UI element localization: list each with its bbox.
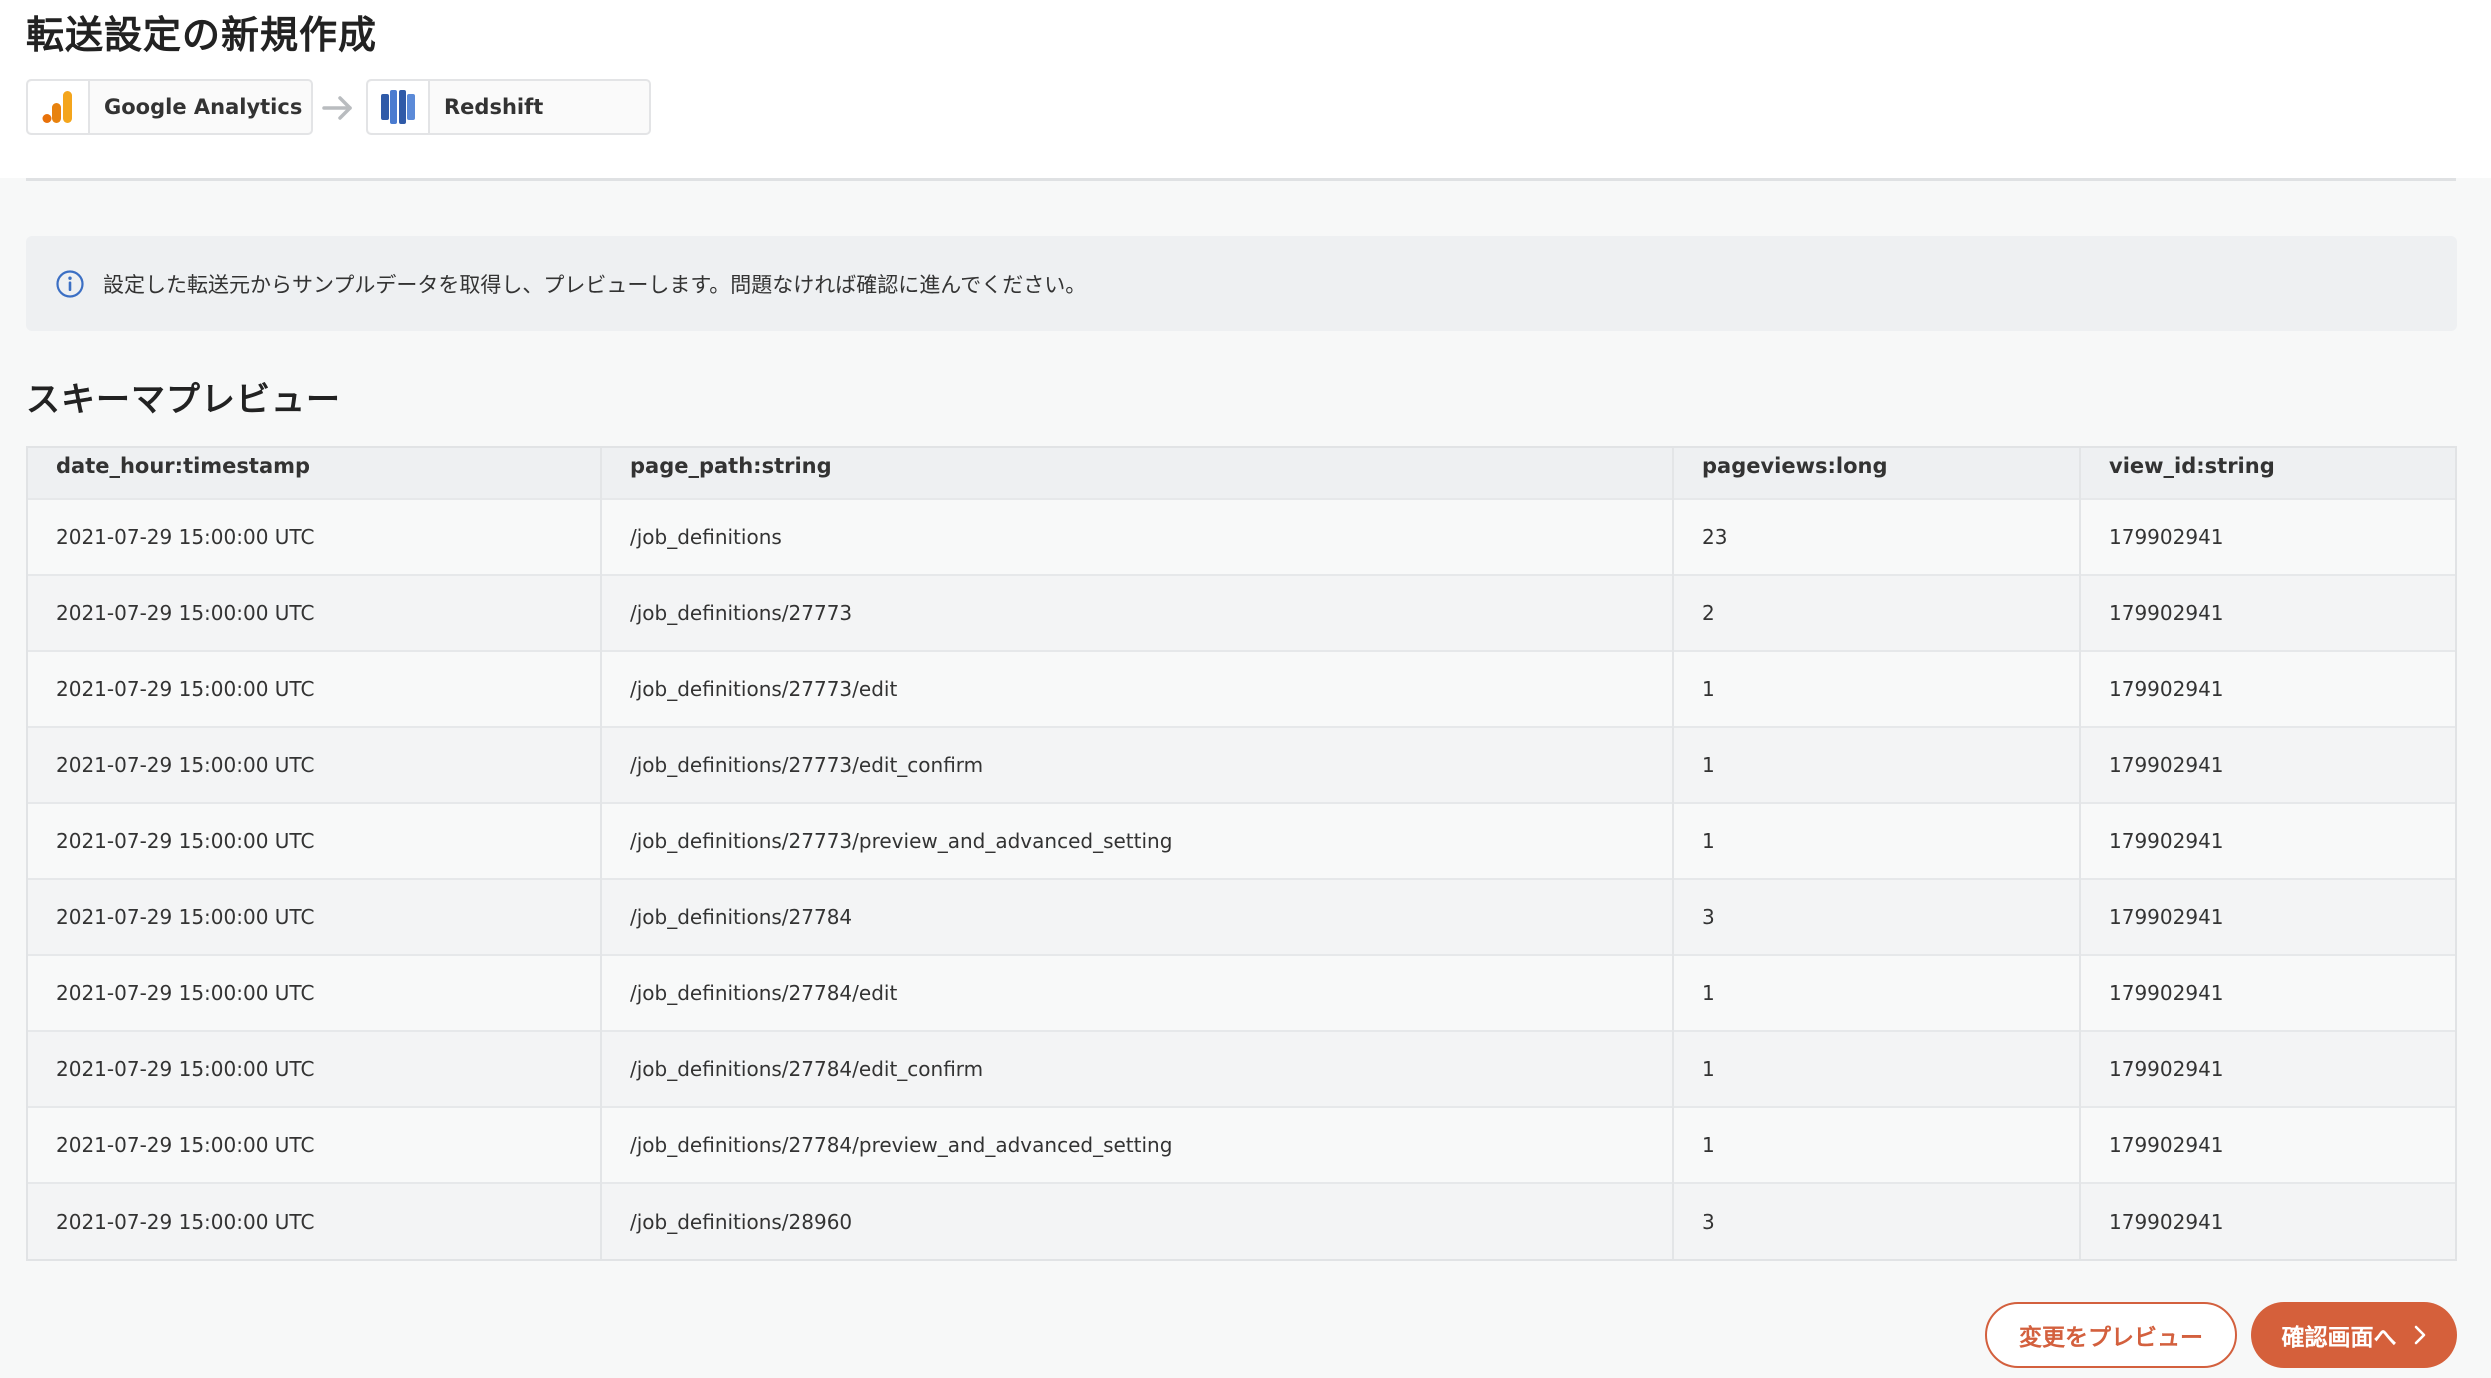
source-label: Google Analytics xyxy=(104,95,303,119)
table-cell: 2021-07-29 15:00:00 UTC xyxy=(28,1107,602,1183)
table-row: 2021-07-29 15:00:00 UTC /job_definitions… xyxy=(28,727,2455,803)
table-cell: 179902941 xyxy=(2109,525,2224,549)
source-connector: Google Analytics xyxy=(26,79,313,135)
redshift-icon xyxy=(368,81,430,133)
go-to-confirm-label: 確認画面へ xyxy=(2281,1325,2397,1351)
table-cell: 179902941 xyxy=(2109,1209,2224,1234)
table-cell: /job_definitions xyxy=(601,499,1674,575)
google-analytics-icon xyxy=(28,81,90,133)
table-cell: 179902941 xyxy=(2109,981,2224,1005)
table-cell: /job_definitions/28960 xyxy=(601,1183,1674,1259)
table-row: 2021-07-29 15:00:00 UTC /job_definitions… xyxy=(28,1107,2455,1183)
table-cell: /job_definitions/27773/edit_confirm xyxy=(601,727,1674,803)
table-cell: 1 xyxy=(1673,803,2081,879)
table-cell: 179902941 xyxy=(2109,1057,2224,1081)
table-cell: 179902941 xyxy=(2109,829,2224,853)
table-cell: 2021-07-29 15:00:00 UTC xyxy=(28,651,602,727)
table-cell: 179902941 xyxy=(2109,601,2224,625)
table-cell: 2021-07-29 15:00:00 UTC xyxy=(28,803,602,879)
go-to-confirm-button[interactable]: 確認画面へ xyxy=(2251,1302,2457,1368)
table-cell: 2021-07-29 15:00:00 UTC xyxy=(28,955,602,1031)
table-row: 2021-07-29 15:00:00 UTC /job_definitions… xyxy=(28,955,2455,1031)
table-cell: 179902941 xyxy=(2109,753,2224,777)
table-cell: 2021-07-29 15:00:00 UTC xyxy=(28,575,602,651)
table-cell: 1 xyxy=(1673,1031,2081,1107)
table-cell: 1 xyxy=(1673,727,2081,803)
page-header: 転送設定の新規作成 Google Analytics Redshift xyxy=(0,0,2491,178)
table-cell: 2021-07-29 15:00:00 UTC xyxy=(28,1031,602,1107)
info-message: 設定した転送元からサンプルデータを取得し、プレビューします。問題なければ確認に進… xyxy=(103,272,1087,297)
table-cell: 3 xyxy=(1673,1183,2081,1259)
table-row: 2021-07-29 15:00:00 UTC /job_definitions… xyxy=(28,575,2455,651)
table-cell: /job_definitions/27773/preview_and_advan… xyxy=(601,803,1674,879)
table-cell: 3 xyxy=(1673,879,2081,955)
table-cell: 1 xyxy=(1673,955,2081,1031)
destination-label: Redshift xyxy=(444,95,544,119)
header-divider xyxy=(26,178,2456,181)
info-icon xyxy=(56,269,84,298)
table-cell: 2021-07-29 15:00:00 UTC xyxy=(28,1183,602,1259)
table-cell: 1 xyxy=(1673,651,2081,727)
table-cell: 179902941 xyxy=(2109,677,2224,701)
preview-changes-label: 変更をプレビュー xyxy=(2019,1325,2203,1351)
schema-preview-table: date_hour:timestamp page_path:string pag… xyxy=(26,446,2457,1261)
table-row: 2021-07-29 15:00:00 UTC /job_definitions… xyxy=(28,499,2455,575)
column-header: view_id:string xyxy=(2109,454,2275,478)
table-cell: 2021-07-29 15:00:00 UTC xyxy=(28,499,602,575)
table-cell: /job_definitions/27784 xyxy=(601,879,1674,955)
table-row: 2021-07-29 15:00:00 UTC /job_definitions… xyxy=(28,1031,2455,1107)
info-banner: 設定した転送元からサンプルデータを取得し、プレビューします。問題なければ確認に進… xyxy=(26,236,2457,331)
table-cell: 2021-07-29 15:00:00 UTC xyxy=(28,727,602,803)
table-cell: 179902941 xyxy=(2109,905,2224,929)
table-cell: 2 xyxy=(1673,575,2081,651)
column-header: page_path:string xyxy=(601,448,1674,499)
table-header-row: date_hour:timestamp page_path:string pag… xyxy=(28,448,2455,499)
destination-connector: Redshift xyxy=(366,79,651,135)
table-row: 2021-07-29 15:00:00 UTC /job_definitions… xyxy=(28,651,2455,727)
table-cell: 179902941 xyxy=(2109,1133,2224,1157)
page-title: 転送設定の新規作成 xyxy=(26,13,378,57)
table-cell: /job_definitions/27784/edit_confirm xyxy=(601,1031,1674,1107)
table-row: 2021-07-29 15:00:00 UTC /job_definitions… xyxy=(28,879,2455,955)
chevron-right-icon xyxy=(2414,1325,2425,1345)
table-cell: 1 xyxy=(1673,1107,2081,1183)
column-header: date_hour:timestamp xyxy=(28,448,602,499)
preview-changes-button[interactable]: 変更をプレビュー xyxy=(1985,1302,2237,1368)
table-cell: /job_definitions/27773/edit xyxy=(601,651,1674,727)
table-row: 2021-07-29 15:00:00 UTC /job_definitions… xyxy=(28,1183,2455,1259)
arrow-right-icon xyxy=(322,96,352,120)
schema-preview-title: スキーマプレビュー xyxy=(26,380,341,420)
table-cell: /job_definitions/27773 xyxy=(601,575,1674,651)
column-header: pageviews:long xyxy=(1673,448,2081,499)
table-cell: /job_definitions/27784/preview_and_advan… xyxy=(601,1107,1674,1183)
table-cell: 2021-07-29 15:00:00 UTC xyxy=(28,879,602,955)
table-cell: /job_definitions/27784/edit xyxy=(601,955,1674,1031)
table-cell: 23 xyxy=(1673,499,2081,575)
table-row: 2021-07-29 15:00:00 UTC /job_definitions… xyxy=(28,803,2455,879)
